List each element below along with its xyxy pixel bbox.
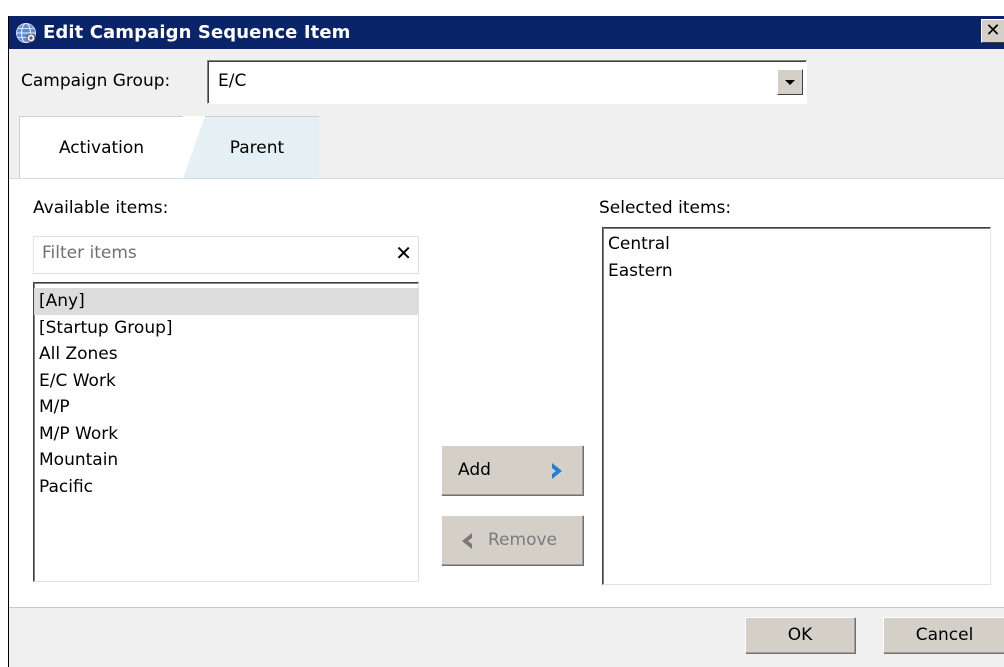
chevron-right-icon (552, 463, 562, 479)
list-item[interactable]: Mountain (34, 447, 418, 474)
cancel-button-label: Cancel (915, 625, 974, 645)
remove-button[interactable]: Remove (441, 515, 583, 565)
clear-filter-icon[interactable]: ✕ (395, 243, 412, 263)
selected-items-list[interactable]: Central Eastern (602, 227, 991, 585)
list-item[interactable]: E/C Work (34, 368, 418, 395)
filter-input[interactable]: Filter items ✕ (33, 236, 419, 274)
window-title: Edit Campaign Sequence Item (43, 22, 351, 43)
dialog-window: Edit Campaign Sequence Item ✕ Campaign G… (8, 16, 1004, 667)
list-item[interactable]: Eastern (603, 258, 990, 285)
campaign-group-select[interactable]: E/C (207, 60, 807, 104)
available-items-label: Available items: (33, 198, 169, 218)
campaign-group-label: Campaign Group: (21, 71, 171, 91)
chevron-down-icon[interactable] (777, 69, 803, 95)
list-item[interactable]: Pacific (34, 474, 418, 501)
selected-items-label: Selected items: (599, 198, 732, 218)
list-item[interactable]: All Zones (34, 341, 418, 368)
available-items-list[interactable]: [Any] [Startup Group] All Zones E/C Work… (33, 282, 419, 582)
filter-placeholder: Filter items (42, 243, 137, 263)
list-item[interactable]: [Any] (34, 288, 418, 315)
list-item[interactable]: [Startup Group] (34, 315, 418, 342)
list-item[interactable]: M/P Work (34, 421, 418, 448)
remove-button-label: Remove (488, 530, 557, 550)
close-button[interactable]: ✕ (981, 19, 1004, 43)
ok-button[interactable]: OK (745, 617, 855, 653)
tab-parent[interactable]: Parent (173, 116, 319, 179)
close-icon: ✕ (985, 20, 1001, 41)
ok-button-label: OK (787, 625, 813, 645)
cancel-button[interactable]: Cancel (883, 617, 1004, 653)
add-button[interactable]: Add (441, 445, 583, 495)
tab-parent-label: Parent (229, 137, 285, 158)
tab-activation-label: Activation (58, 137, 145, 158)
campaign-group-value: E/C (218, 71, 247, 91)
add-button-label: Add (458, 460, 491, 480)
tab-activation[interactable]: Activation (19, 116, 205, 179)
list-item[interactable]: Central (603, 231, 990, 258)
title-bar[interactable]: Edit Campaign Sequence Item ✕ (9, 16, 1004, 49)
chevron-left-icon (462, 533, 472, 549)
globe-icon (16, 22, 36, 43)
list-item[interactable]: M/P (34, 394, 418, 421)
